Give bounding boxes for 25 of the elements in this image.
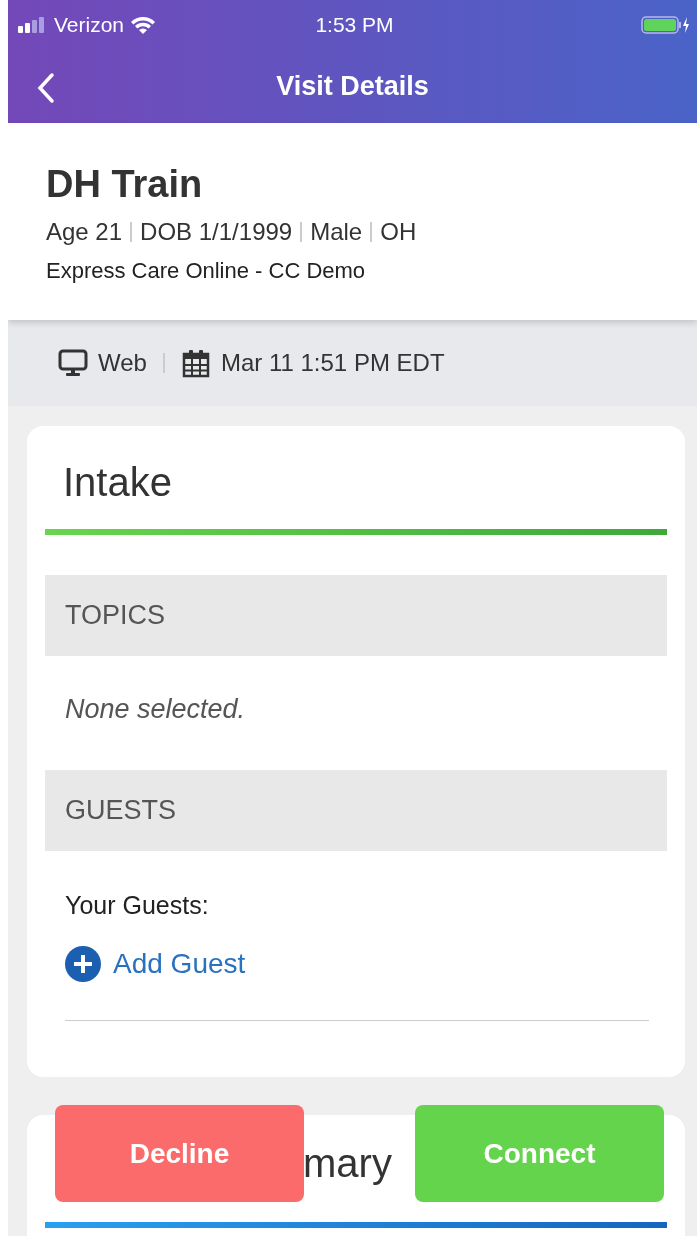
add-guest-link[interactable]: Add Guest (65, 946, 246, 982)
visit-datetime: Mar 11 1:51 PM EDT (220, 349, 445, 377)
empty-message: None selected. (64, 693, 247, 726)
battery-charging-icon (641, 15, 691, 35)
status-time: 1:53 PM (315, 13, 394, 37)
wifi-icon (130, 15, 157, 35)
patient-detail: DOB 1/1/1999 (140, 218, 293, 246)
monitor-icon (58, 348, 88, 378)
patient-detail: OH (380, 218, 417, 246)
card-title: Intake (62, 459, 173, 506)
connect-button[interactable]: Connect (415, 1105, 664, 1202)
patient-detail: Male (310, 218, 363, 246)
decline-button[interactable]: Decline (55, 1105, 304, 1202)
practice-name: Express Care Online - CC Demo (46, 258, 367, 284)
calendar-icon (180, 348, 211, 378)
card-title: mary (303, 1140, 392, 1187)
visit-channel: Web (98, 349, 147, 377)
screen-title: Visit Details (276, 71, 429, 102)
patient-name: DH Train (46, 163, 204, 206)
plus-icon (65, 946, 101, 982)
section-header: TOPICS (45, 575, 667, 656)
carrier-name: Verizon (54, 13, 125, 37)
patient-detail: Age 21 (46, 218, 123, 246)
section-header: GUESTS (45, 770, 667, 851)
guests-label: Your Guests: (64, 890, 210, 920)
